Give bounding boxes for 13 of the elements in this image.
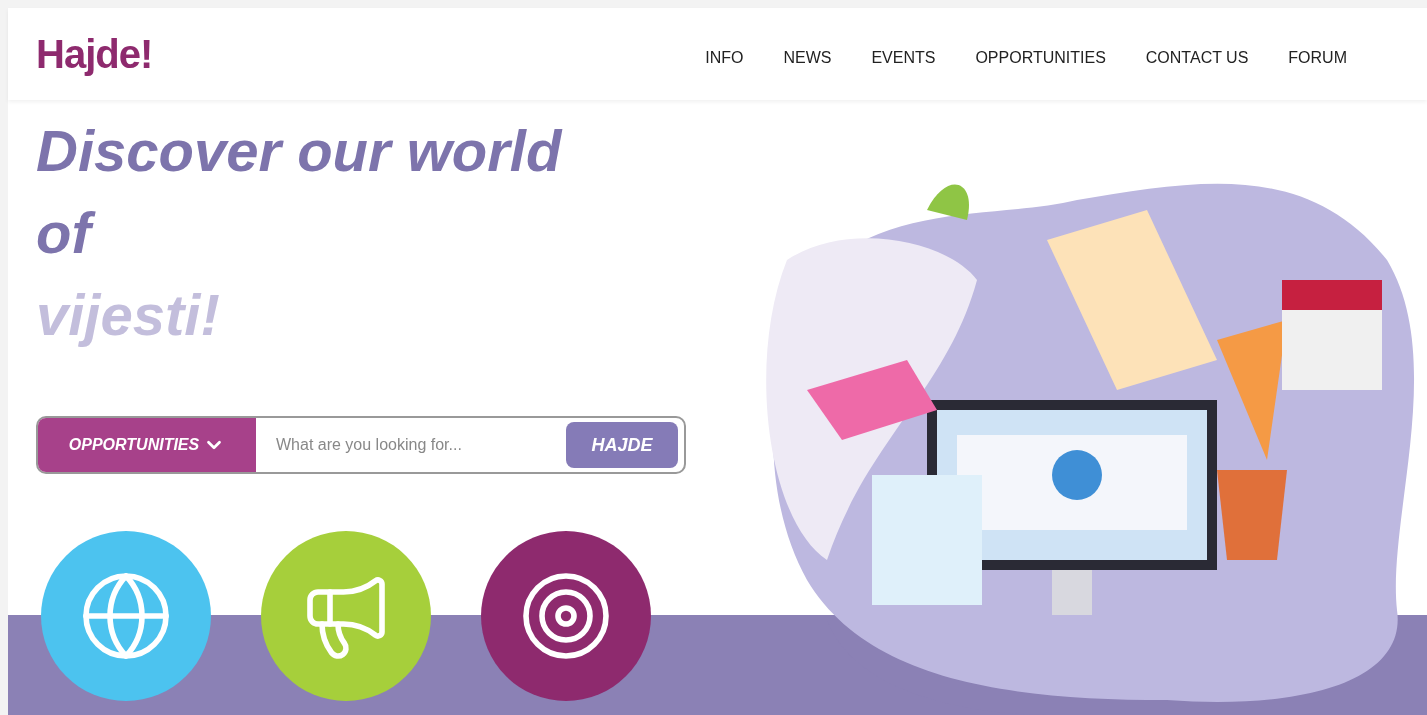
search-field[interactable]: OPPORTUNITIES What are you looking for... HAJDE: [36, 416, 686, 474]
logo[interactable]: Hajde!: [36, 24, 153, 84]
search-button[interactable]: HAJDE: [566, 422, 678, 468]
nav-link[interactable]: NEWS: [783, 46, 832, 70]
nav-link[interactable]: FORUM: [1288, 46, 1347, 70]
hero-title-line: Discover our world: [36, 117, 564, 185]
nav-link[interactable]: INFO: [705, 46, 744, 70]
nav-link[interactable]: OPPORTUNITIES: [975, 46, 1106, 70]
nav-link[interactable]: CONTACT US: [1145, 46, 1249, 70]
nav-link[interactable]: EVENTS: [871, 46, 936, 70]
hero-title-line: vijesti!: [36, 281, 221, 349]
category-dropdown[interactable]: OPPORTUNITIES: [38, 418, 256, 472]
hero-title-line: of: [36, 192, 738, 274]
